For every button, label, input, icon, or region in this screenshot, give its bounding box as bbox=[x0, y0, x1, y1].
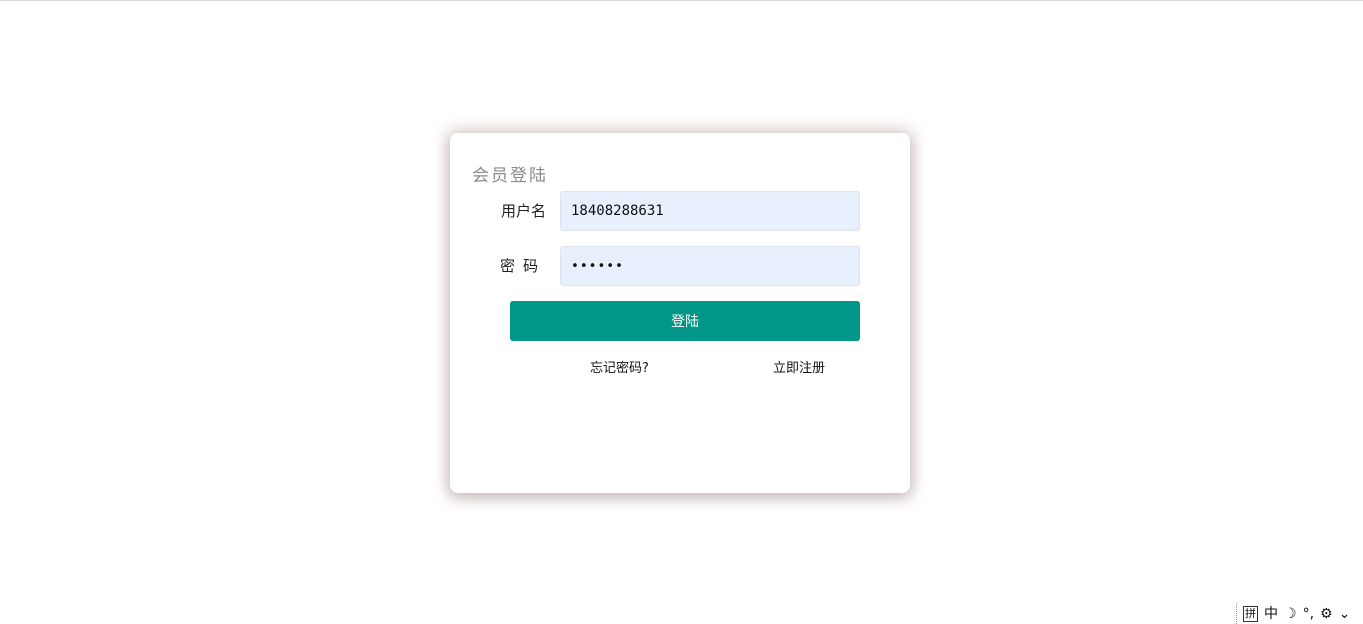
ime-chinese-mode-toggle[interactable]: 中 bbox=[1264, 605, 1278, 623]
password-row: 密码 bbox=[450, 246, 910, 286]
ime-toolbar: 拼 中 ☽ °, ⚙ ⌄ bbox=[1236, 603, 1363, 624]
username-label: 用户名 bbox=[500, 202, 546, 220]
password-input[interactable] bbox=[560, 246, 860, 286]
top-divider bbox=[0, 0, 1363, 1]
forgot-password-link[interactable]: 忘记密码? bbox=[590, 357, 649, 376]
username-input[interactable] bbox=[560, 191, 860, 231]
password-label: 密码 bbox=[499, 257, 546, 275]
username-row: 用户名 bbox=[450, 191, 910, 231]
gear-icon[interactable]: ⚙ bbox=[1320, 605, 1333, 623]
login-title: 会员登陆 bbox=[472, 166, 548, 186]
moon-icon[interactable]: ☽ bbox=[1284, 605, 1297, 623]
chevron-down-icon[interactable]: ⌄ bbox=[1339, 605, 1351, 623]
ime-layout-icon[interactable]: 拼 bbox=[1243, 605, 1258, 622]
register-link[interactable]: 立即注册 bbox=[773, 357, 825, 376]
punctuation-icon[interactable]: °, bbox=[1303, 605, 1314, 623]
login-card: 会员登陆 用户名 密码 登陆 忘记密码? 立即注册 bbox=[450, 133, 910, 493]
login-button[interactable]: 登陆 bbox=[510, 301, 860, 341]
